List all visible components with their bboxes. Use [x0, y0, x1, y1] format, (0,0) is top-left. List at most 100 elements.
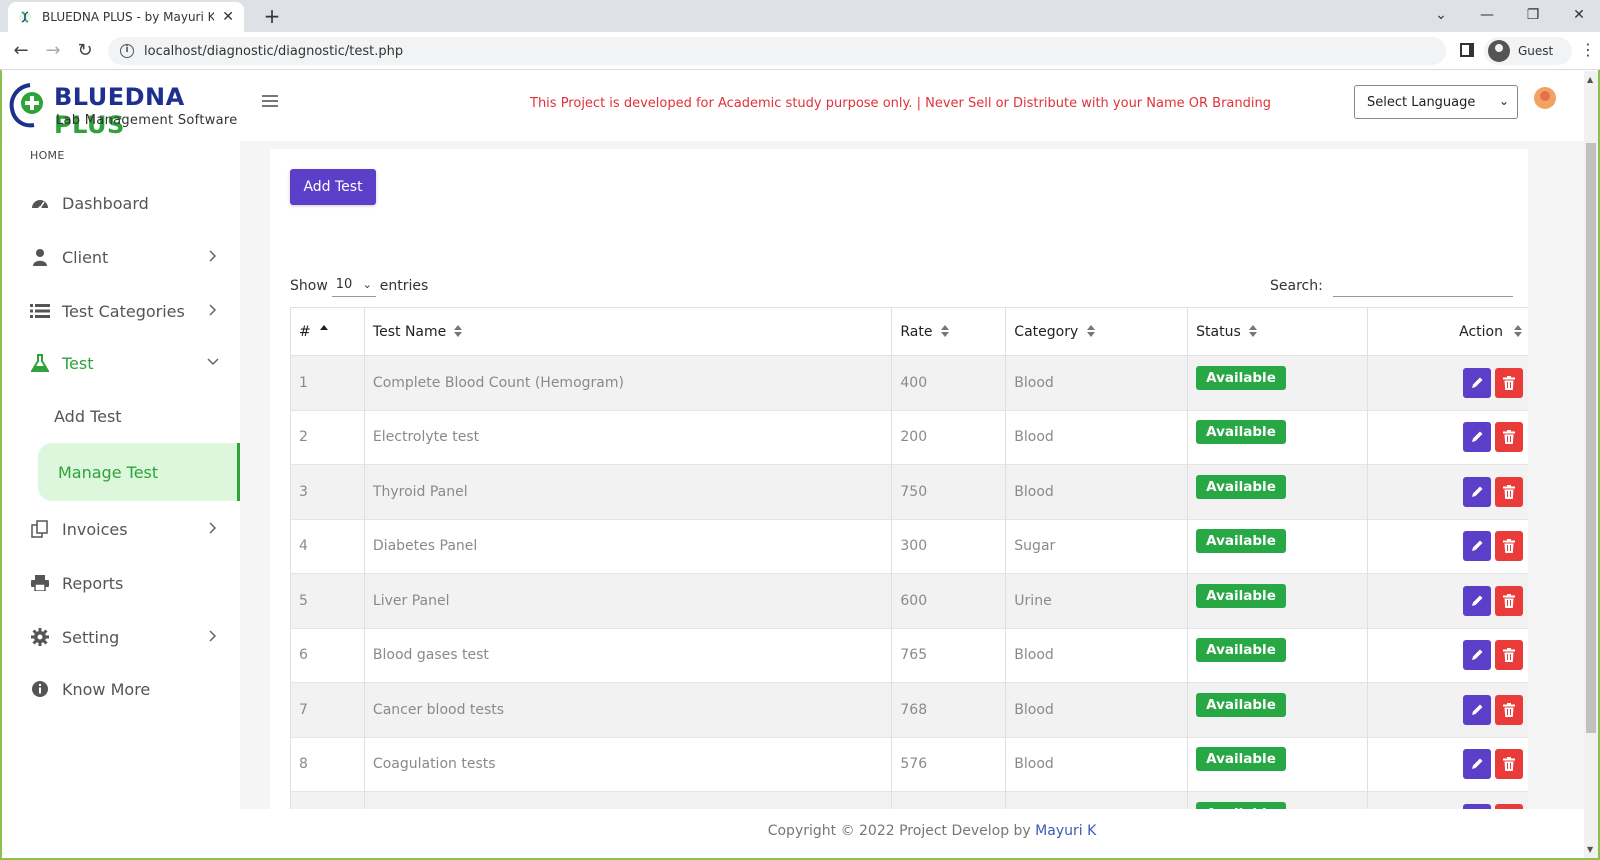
gear-icon — [30, 627, 50, 647]
sidebar: HOME Dashboard Client Test Categories Te… — [2, 141, 240, 858]
column-header-number[interactable]: # — [290, 307, 365, 356]
cell-test-name: Thyroid Panel — [363, 464, 893, 519]
delete-button[interactable] — [1495, 640, 1523, 671]
browser-menu-icon[interactable]: ⋮ — [1580, 40, 1596, 59]
page-scrollbar[interactable]: ▲ ▼ — [1584, 71, 1598, 858]
scroll-up-icon[interactable]: ▲ — [1587, 75, 1593, 84]
app-logo[interactable]: BLUEDNA PLUS Lab Management Software — [8, 79, 244, 139]
tab-title: BLUEDNA PLUS - by Mayuri K. Fr — [42, 10, 215, 24]
edit-button[interactable] — [1463, 476, 1491, 507]
trash-icon — [1503, 702, 1515, 717]
column-header-category[interactable]: Category — [1005, 307, 1189, 356]
forward-icon[interactable]: → — [42, 40, 64, 62]
test-list-card: Add Test Show 10 ⌄ entries Search: # Tes… — [270, 149, 1528, 809]
brand-subtitle: Lab Management Software — [56, 113, 238, 128]
add-test-button[interactable]: Add Test — [290, 169, 376, 205]
sidebar-subitem-add-test[interactable]: Add Test — [34, 387, 236, 445]
pencil-icon — [1472, 649, 1483, 661]
sidebar-item-label: Add Test — [54, 406, 122, 426]
cell-status: Available — [1187, 682, 1369, 737]
delete-button[interactable] — [1495, 422, 1523, 453]
cell-number — [290, 791, 365, 809]
edit-button[interactable] — [1463, 694, 1491, 725]
sidebar-item-dashboard[interactable]: Dashboard — [2, 181, 240, 225]
column-header-test-name[interactable]: Test Name — [363, 307, 893, 356]
sort-asc-icon — [320, 325, 328, 330]
edit-button[interactable] — [1463, 422, 1491, 453]
column-header-action[interactable]: Action — [1367, 307, 1528, 356]
back-icon[interactable]: ← — [10, 40, 32, 62]
language-select[interactable]: Select Language ⌄ — [1354, 85, 1518, 119]
delete-button[interactable] — [1495, 476, 1523, 507]
status-badge: Available — [1196, 802, 1286, 809]
browser-tab-bar: BLUEDNA PLUS - by Mayuri K. Fr ✕ + ⌄ — ❐… — [0, 0, 1600, 32]
url-text: localhost/diagnostic/diagnostic/test.php — [144, 43, 404, 59]
sidebar-item-label: Client — [62, 247, 109, 267]
edit-button[interactable] — [1463, 749, 1491, 780]
delete-button[interactable] — [1495, 531, 1523, 562]
column-label: Action — [1459, 323, 1503, 340]
sidebar-item-label: Manage Test — [58, 462, 159, 482]
delete-button[interactable] — [1495, 585, 1523, 616]
cell-actions — [1367, 464, 1528, 519]
tests-table: # Test Name Rate Category Status Action … — [290, 307, 1528, 809]
cell-rate: 600 — [891, 573, 1007, 628]
row-actions — [1376, 422, 1528, 453]
scroll-down-icon[interactable]: ▼ — [1587, 845, 1593, 854]
close-tab-icon[interactable]: ✕ — [222, 9, 234, 25]
list-icon — [30, 301, 50, 321]
side-panel-icon[interactable] — [1460, 43, 1474, 57]
new-tab-icon[interactable]: + — [260, 4, 284, 28]
cell-rate: 400 — [891, 355, 1007, 410]
delete-button[interactable] — [1495, 749, 1523, 780]
site-info-icon[interactable]: i — [120, 44, 134, 58]
profile-label: Guest — [1518, 44, 1554, 58]
cell-status: Available — [1187, 627, 1369, 683]
column-header-rate[interactable]: Rate — [891, 307, 1007, 356]
search-input[interactable] — [1332, 275, 1513, 297]
sidebar-item-setting[interactable]: Setting — [2, 615, 240, 659]
info-icon — [30, 679, 50, 699]
entries-select[interactable]: 10 ⌄ — [331, 275, 376, 297]
browser-tab[interactable]: BLUEDNA PLUS - by Mayuri K. Fr ✕ — [8, 2, 244, 32]
scrollbar-thumb[interactable] — [1586, 143, 1596, 733]
edit-button[interactable] — [1463, 585, 1491, 616]
edit-button[interactable] — [1463, 531, 1491, 562]
pencil-icon — [1472, 377, 1483, 388]
cell-test-name: Complete Blood Count (Hemogram) — [363, 355, 893, 410]
cell-actions — [1367, 791, 1528, 809]
delete-button[interactable] — [1495, 694, 1523, 725]
sidebar-home-label: HOME — [30, 149, 65, 162]
cell-number: 1 — [290, 355, 365, 410]
sidebar-item-client[interactable]: Client — [2, 235, 240, 279]
cell-status: Available — [1187, 355, 1369, 410]
minimize-icon[interactable]: — — [1472, 4, 1502, 26]
chevron-right-icon — [204, 519, 222, 537]
cell-status: Available — [1187, 573, 1369, 628]
profile-button[interactable]: Guest — [1484, 37, 1572, 65]
tab-search-icon[interactable]: ⌄ — [1426, 4, 1456, 26]
address-bar[interactable]: i localhost/diagnostic/diagnostic/test.p… — [108, 37, 1446, 65]
column-header-status[interactable]: Status — [1187, 307, 1369, 356]
sidebar-item-test[interactable]: Test — [2, 341, 240, 385]
edit-button[interactable] — [1463, 367, 1491, 398]
sidebar-item-test-categories[interactable]: Test Categories — [2, 289, 240, 333]
cell-number: 6 — [290, 627, 365, 683]
pencil-icon — [1472, 540, 1483, 552]
sidebar-subitem-manage-test[interactable]: Manage Test — [38, 443, 240, 501]
sidebar-item-invoices[interactable]: Invoices — [2, 507, 240, 551]
sidebar-item-label: Test Categories — [62, 301, 185, 321]
restore-icon[interactable]: ❐ — [1518, 4, 1548, 26]
user-avatar[interactable] — [1534, 87, 1556, 109]
reload-icon[interactable]: ↻ — [74, 40, 96, 62]
sidebar-item-reports[interactable]: Reports — [2, 561, 240, 605]
close-window-icon[interactable]: ✕ — [1564, 4, 1594, 26]
edit-button[interactable] — [1463, 640, 1491, 671]
delete-button[interactable] — [1495, 367, 1523, 398]
menu-toggle-icon[interactable] — [262, 95, 278, 109]
footer-author-link[interactable]: Mayuri K — [1035, 823, 1096, 839]
cell-number: 7 — [290, 682, 365, 737]
cell-category: Blood — [1005, 736, 1189, 792]
sidebar-item-know-more[interactable]: Know More — [2, 667, 240, 711]
chevron-right-icon — [204, 247, 222, 265]
